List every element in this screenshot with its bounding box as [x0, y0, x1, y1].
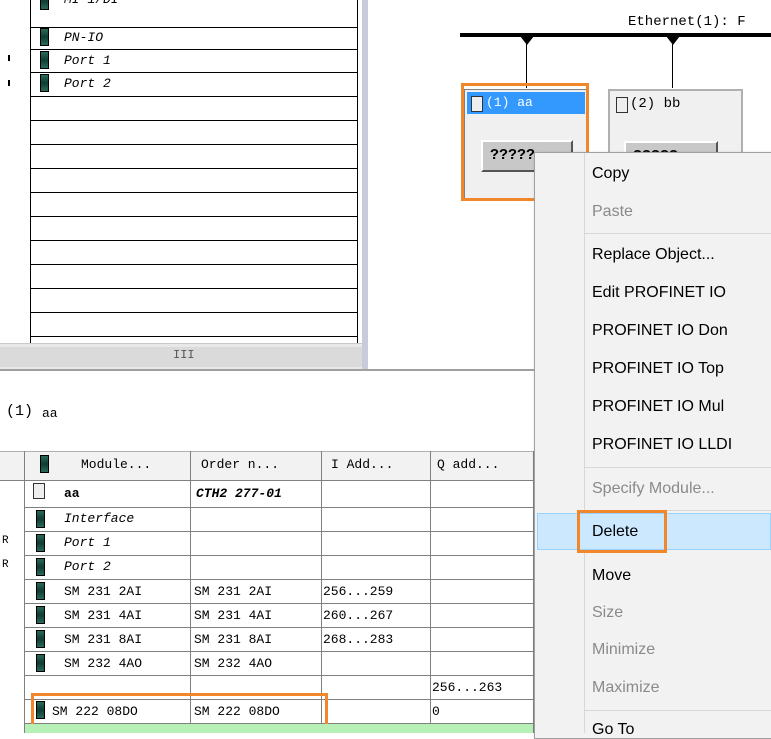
module-icon [40, 455, 49, 473]
row-module[interactable]: SM 231 2AI [64, 584, 142, 599]
menu-item-copy[interactable]: Copy [592, 165, 629, 183]
row-module: aa [64, 486, 80, 501]
row-module[interactable]: SM 231 4AI [64, 608, 142, 623]
row-module[interactable]: Interface [64, 511, 134, 526]
menu-item-maximize[interactable]: Maximize [592, 679, 660, 697]
device-icon [33, 483, 45, 499]
context-menu-gutter-line [584, 153, 585, 733]
module-icon [36, 606, 45, 624]
row-marker: R [2, 535, 9, 547]
col-header-i-address[interactable]: I Add... [331, 457, 393, 472]
module-icon [40, 74, 49, 92]
module-icon [36, 534, 45, 552]
col-header-module[interactable]: Module... [81, 457, 151, 472]
row-module[interactable]: SM 231 8AI [64, 632, 142, 647]
bus-drop-line [672, 44, 673, 88]
module-icon [36, 654, 45, 672]
bus-drop-line [526, 44, 527, 88]
highlight-delete [577, 510, 667, 553]
module-icon [36, 582, 45, 600]
row-module[interactable]: Port 1 [64, 535, 111, 550]
menu-item-profinet-io-multiple[interactable]: PROFINET IO Mul [592, 398, 724, 416]
tree-right-border [357, 0, 358, 345]
menu-separator [585, 710, 771, 711]
row-q-address: 256...263 [432, 680, 503, 695]
col-header-q-address[interactable]: Q add... [437, 457, 499, 472]
module-icon [36, 558, 45, 576]
row-i-address: 256...259 [323, 584, 394, 599]
tree-hscrollbar[interactable]: III [0, 343, 364, 370]
row-marker: R [2, 559, 9, 571]
bus-drop-arrow [520, 36, 534, 45]
row-q-address: 0 [432, 704, 440, 719]
row-order: SM 231 4AI [194, 608, 273, 623]
menu-item-move[interactable]: Move [592, 567, 631, 585]
device-bb-name: (2) bb [630, 96, 681, 112]
module-icon [36, 510, 45, 528]
row-order: SM 231 8AI [194, 632, 273, 647]
menu-item-profinet-io-topology[interactable]: PROFINET IO Top [592, 360, 724, 378]
bus-drop-arrow [666, 36, 680, 45]
tree-row-pn-io[interactable]: PN-IO [64, 30, 103, 45]
row-module[interactable]: SM 232 4AO [64, 656, 142, 671]
highlight-row-sm222 [31, 693, 328, 727]
device-icon [616, 97, 628, 113]
menu-item-go-to[interactable]: Go To [592, 721, 634, 739]
menu-separator [585, 233, 771, 234]
tree-row-port-1[interactable]: Port 1 [64, 53, 111, 68]
row-module[interactable]: Port 2 [64, 559, 111, 574]
module-icon [40, 28, 49, 46]
tree-column-border [30, 0, 31, 345]
tree-row-port-2[interactable]: Port 2 [64, 76, 111, 91]
scroll-grip-icon: III [173, 348, 195, 362]
module-icon [36, 630, 45, 648]
menu-item-replace-object[interactable]: Replace Object... [592, 246, 715, 264]
network-label: Ethernet(1): F [628, 14, 746, 30]
row-i-address: 268...283 [323, 632, 394, 647]
table-bottom-strip [25, 724, 533, 733]
menu-item-minimize[interactable]: Minimize [592, 641, 655, 659]
menu-item-paste[interactable]: Paste [592, 203, 633, 221]
menu-item-profinet-io-lldp[interactable]: PROFINET IO LLDI [592, 436, 732, 454]
ethernet-bus-line[interactable] [460, 33, 771, 37]
row-i-address: 260...267 [323, 608, 394, 623]
row-order: CTH2 277-01 [196, 486, 282, 501]
module-icon [40, 51, 49, 69]
menu-item-specify-module[interactable]: Specify Module... [592, 480, 715, 498]
col-header-order[interactable]: Order n... [201, 457, 279, 472]
row-order: SM 232 4AO [194, 656, 273, 671]
menu-separator [585, 467, 771, 468]
module-tree-panel: MI 1/DI PN-IO Port 1 Port 2 [0, 0, 362, 345]
menu-item-edit-profinet-io[interactable]: Edit PROFINET IO [592, 284, 726, 302]
menu-item-size[interactable]: Size [592, 604, 623, 622]
tree-row-partial[interactable]: MI 1/DI [64, 0, 119, 7]
detail-title-number: (1) [6, 403, 34, 420]
row-order: SM 231 2AI [194, 584, 273, 599]
menu-item-profinet-io-domain[interactable]: PROFINET IO Don [592, 322, 728, 340]
detail-title-name: aa [42, 406, 58, 421]
